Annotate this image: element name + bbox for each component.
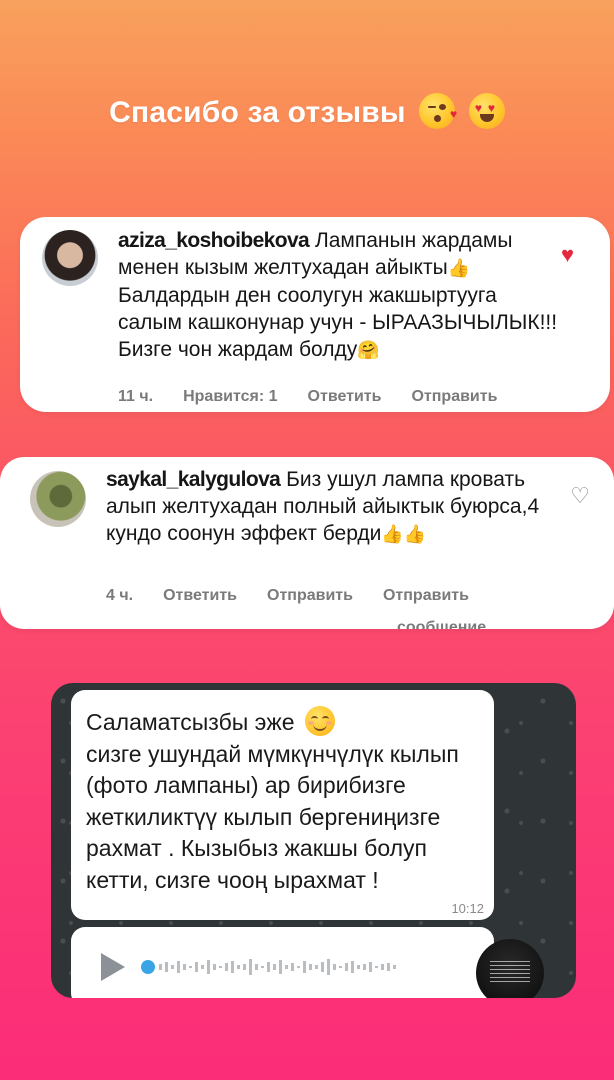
avatar[interactable] (30, 471, 86, 527)
reply-button[interactable]: Ответить (163, 587, 237, 605)
chat-message-bubble: Саламатсызбы эже сизге ушундай мүмкүнчүл… (71, 690, 494, 920)
comment-time: 11 ч. (118, 388, 154, 405)
comment-text: aziza_koshoibekova Лампанын жардамы мене… (118, 227, 558, 364)
like-heart-icon[interactable]: ♥ (561, 244, 574, 266)
story-title: Спасибо за отзывы ♥ ♥ ♥ (0, 93, 614, 130)
comment-text: saykal_kalygulova Биз ушул лампа кровать… (106, 466, 556, 548)
send-message-button[interactable]: Отправить (383, 587, 469, 605)
smiling-face-icon (304, 706, 335, 736)
thumbs-up-icon: 👍 (447, 258, 471, 278)
chat-greeting: Саламатсызбы эже (86, 709, 295, 735)
message-time: 10:12 (451, 901, 484, 916)
comment-time: 4 ч. (106, 587, 134, 604)
hugging-face-icon: 🤗 (357, 340, 380, 360)
comment-username[interactable]: saykal_kalygulova (106, 468, 281, 491)
chat-message-body: сизге ушундай мүмкүнчүлүк кылып (фото ла… (86, 740, 459, 893)
kissing-heart-emoji-icon: ♥ (419, 93, 457, 129)
comment-body-continued: Балдардын ден соолугун жакшыртууга салым… (118, 284, 558, 361)
voice-message (71, 927, 494, 998)
story-title-text: Спасибо за отзывы (109, 96, 406, 129)
send-button[interactable]: Отправить (411, 388, 497, 406)
thumbs-up-icon: 👍👍 (381, 524, 427, 544)
comment-card: saykal_kalygulova Биз ушул лампа кровать… (0, 457, 614, 629)
play-icon[interactable] (101, 953, 125, 981)
chat-message-text: Саламатсызбы эже сизге ушундай мүмкүнчүл… (86, 706, 486, 896)
chat-screenshot: Саламатсызбы эже сизге ушундай мүмкүнчүл… (51, 683, 576, 998)
comment-card: aziza_koshoibekova Лампанын жардамы мене… (20, 217, 610, 412)
send-message-label-cut: сообщение (397, 619, 487, 629)
comment-username[interactable]: aziza_koshoibekova (118, 229, 310, 252)
comment-meta: 11 ч. Нравится: 1 Ответить Отправить (118, 388, 527, 406)
comment-meta: 4 ч. Ответить Отправить Отправить (106, 587, 499, 605)
voice-waveform (159, 959, 396, 975)
heart-eyes-emoji-icon: ♥ ♥ (468, 93, 505, 129)
heart-outline-icon[interactable]: ♡ (570, 485, 590, 507)
send-button[interactable]: Отправить (267, 587, 353, 605)
avatar[interactable] (42, 230, 98, 286)
voice-progress-dot[interactable] (141, 960, 155, 974)
reply-button[interactable]: Ответить (308, 388, 382, 406)
likes-count[interactable]: Нравится: 1 (183, 388, 277, 406)
voice-thumbnail[interactable] (476, 939, 544, 998)
